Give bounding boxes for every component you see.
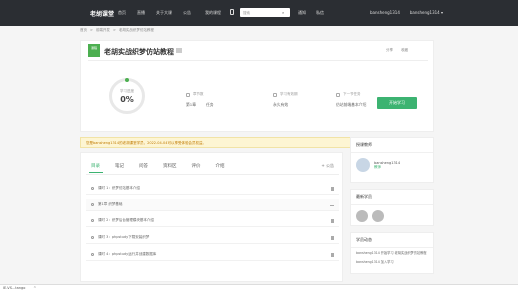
progress-value: 0% [120,95,134,104]
tab-catalog[interactable]: 目录 [91,163,100,169]
lesson-title: 课时 2：织梦后台管理模块基本介绍 [98,218,154,222]
course-actions: 分享 收藏 [386,48,408,53]
info-chapters: 章节数 第1章 任务 [186,92,214,108]
chapter-icon [91,203,94,206]
file-icon [331,253,334,257]
circle-icon [91,187,94,190]
progress-indicator-dot [125,78,129,82]
search-icon[interactable]: ⌕ [282,10,284,15]
tab-materials[interactable]: 资料区 [163,163,177,169]
tab-intro[interactable]: 介绍 [216,163,225,169]
progress-label: 学习进度 [120,89,134,93]
user-dropdown[interactable]: bansheng1314 ▾ [410,10,443,15]
panel-title: 最新学员 [351,190,433,205]
recent-students-panel: 最新学员 [350,189,434,226]
notification-link[interactable]: 通知 [298,10,306,16]
nav-about[interactable]: 关于大课 [156,10,172,16]
tab-qa[interactable]: 问答 [139,163,148,169]
course-tag: 课程 [88,44,100,57]
site-logo[interactable]: 老胡课堂 [90,9,114,18]
teacher-name[interactable]: bansheng1314 [374,161,400,165]
breadcrumb-separator: > [112,28,116,32]
info-label: 章节数 [193,92,204,96]
tab-notes[interactable]: 笔记 [115,163,124,169]
add-announcement-button[interactable]: + 公告 [321,163,334,169]
top-nav-bar: 老胡课堂 首页 直播 关于大课 公告 我的课程 搜索 ⌕ 通知 私信 bansh… [0,0,518,26]
breadcrumb-category[interactable]: 前端开发 [96,28,110,33]
task-icon [336,92,340,97]
info-value: 任务 [206,102,214,107]
file-icon [331,236,334,240]
user-name[interactable]: bansheng1314 [370,10,400,15]
breadcrumb: 首页 > 前端开发 > 老胡实战织梦仿站教程 [80,28,154,33]
course-tabs: 目录 笔记 问答 资料区 评价 介绍 [91,163,225,169]
main-nav: 首页 直播 关于大课 公告 [118,10,191,16]
circle-icon [91,253,94,256]
course-header-card: 课程 老胡实战织梦仿站教程 分享 收藏 学习进度 0% 章节数 第1章 任务 学习… [80,40,434,132]
tab-reviews[interactable]: 评价 [192,163,201,169]
nav-home[interactable]: 首页 [118,10,126,16]
lesson-title: 课时 3：phpstudy下载安装织梦 [98,235,150,239]
user-menu: bansheng1314 bansheng1314 ▾ [370,10,443,15]
share-button[interactable]: 分享 [386,48,393,53]
activity-item[interactable]: bansheng1314 加入学习 [351,257,433,266]
lesson-row[interactable]: 课时 2：织梦后台管理模块基本介绍 [86,215,339,227]
favorite-button[interactable]: 收藏 [401,48,408,53]
avatar[interactable] [356,158,370,172]
breadcrumb-home[interactable]: 首页 [80,28,87,33]
breadcrumb-current: 老胡实战织梦仿站教程 [118,28,154,32]
taskbar-chevron-icon[interactable]: ^ [33,286,36,290]
lesson-row[interactable]: 课时 1：织梦仿站基本介绍 [86,183,339,195]
circle-icon [91,236,94,239]
chapter-icon [186,92,190,97]
info-next-task: 下一节任务 仿站前端基本介绍 [336,92,366,108]
course-content-panel: 目录 笔记 问答 资料区 评价 介绍 + 公告 课时 1：织梦仿站基本介绍 第1… [80,152,343,282]
clock-icon [273,92,277,97]
mobile-icon[interactable] [230,9,234,15]
info-label: 学习有效期 [280,92,298,96]
divider [88,60,428,61]
progress-ring: 学习进度 0% [109,78,145,114]
qr-code-icon[interactable] [176,48,182,53]
info-value: 第1章 [186,102,197,107]
activity-item[interactable]: bansheng1314 开始学习 老胡实战织梦仿站教程 [351,248,433,257]
teacher-role: 教师 [374,164,381,169]
nav-announcement[interactable]: 公告 [183,10,191,16]
file-icon [331,219,334,223]
info-value: 永久有效 [273,102,289,107]
taskbar: IE-VS...tango ^ [0,284,518,290]
chapter-title: 第1章 织梦基础 [98,202,123,206]
info-validity: 学习有效期 永久有效 [273,92,298,108]
info-value[interactable]: 仿站前端基本介绍 [336,102,366,108]
breadcrumb-separator: > [90,28,93,32]
my-courses-link[interactable]: 我的课程 [205,10,221,16]
divider [86,174,339,175]
avatar[interactable] [356,210,368,222]
circle-icon [91,219,94,222]
teacher-panel: 授课教师 bansheng1314 教师 [350,137,434,183]
activity-panel: 学员动态 bansheng1314 开始学习 老胡实战织梦仿站教程 banshe… [350,232,434,274]
lesson-row[interactable]: 课时 4：phpstudy运行并创建数据库 [86,249,339,261]
panel-title: 学员动态 [351,233,433,248]
lesson-title: 课时 1：织梦仿站基本介绍 [98,186,140,190]
panel-title: 授课教师 [351,138,433,153]
lesson-row[interactable]: 课时 3：phpstudy下载安装织梦 [86,232,339,244]
page-title: 老胡实战织梦仿站教程 [104,48,174,56]
message-link[interactable]: 私信 [316,10,324,16]
collapse-icon[interactable] [330,205,334,206]
taskbar-item[interactable]: IE-VS...tango [3,286,25,290]
avatar[interactable] [372,210,384,222]
info-label: 下一节任务 [343,92,361,96]
lesson-title: 课时 4：phpstudy运行并创建数据库 [98,252,157,256]
header-tools: 通知 私信 [298,10,324,16]
active-tab-indicator [89,172,103,173]
start-learning-button[interactable]: 开始学习 [377,97,417,109]
chapter-row[interactable]: 第1章 织梦基础 [86,199,339,211]
file-icon [331,187,334,191]
nav-live[interactable]: 直播 [137,10,145,16]
